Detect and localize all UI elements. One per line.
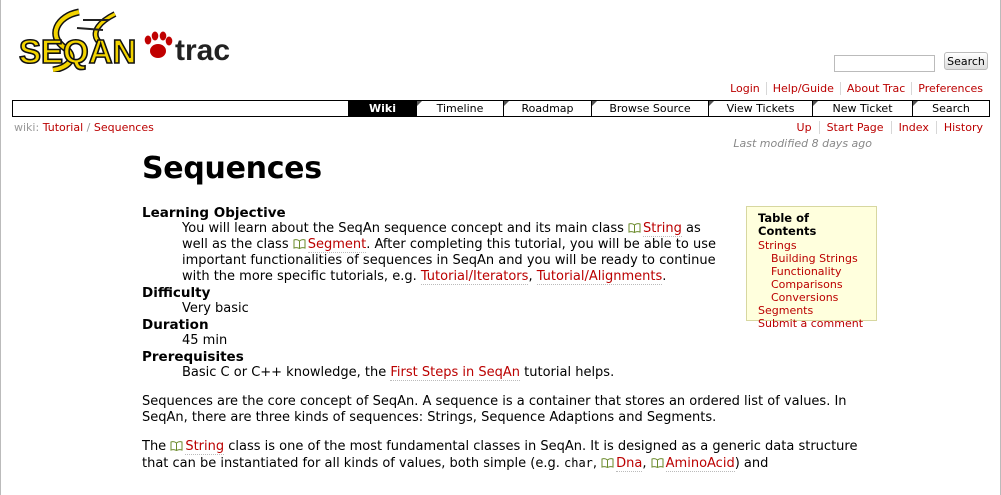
text: Basic C or C++ knowledge, the [182, 365, 391, 380]
text: ) and [734, 456, 769, 471]
tab-corner-icon [417, 101, 422, 106]
aminoacid-link[interactable]: AminoAcid [665, 456, 735, 472]
login-link[interactable]: Login [730, 82, 760, 95]
breadcrumb-prefix: wiki: [14, 121, 40, 134]
text: , [528, 269, 537, 284]
tab-search[interactable]: Search [912, 101, 989, 116]
string-link[interactable]: String [185, 439, 225, 455]
toc-item-segments[interactable]: Segments [758, 304, 813, 317]
tab-label: Browse Source [609, 102, 691, 115]
context-nav: Up Start Page Index History [790, 121, 983, 134]
toc-item-conversions[interactable]: Conversions [771, 291, 838, 304]
string-link[interactable]: String [643, 221, 682, 237]
tab-corner-icon [913, 101, 918, 106]
toc-item-comparisons[interactable]: Comparisons [771, 278, 843, 291]
book-icon [293, 238, 306, 250]
string-paragraph: The String class is one of the most fund… [142, 439, 877, 472]
page-title: Sequences [142, 151, 322, 186]
tab-label: Wiki [369, 102, 396, 115]
help-guide-link[interactable]: Help/Guide [773, 82, 834, 95]
prerequisites-text: Basic C or C++ knowledge, the First Step… [182, 365, 782, 381]
tab-browse-source[interactable]: Browse Source [591, 101, 708, 116]
book-icon [651, 457, 664, 469]
difficulty-value: Very basic [182, 301, 249, 316]
text: You will learn about the SeqAn sequence … [182, 221, 629, 236]
duration-value: 45 min [182, 333, 228, 348]
intro-paragraph: Sequences are the core concept of SeqAn.… [142, 394, 847, 425]
toc-item-submit-comment[interactable]: Submit a comment [758, 317, 863, 330]
book-icon [628, 222, 641, 234]
breadcrumb: wiki: Tutorial / Sequences [14, 121, 154, 134]
text: , [642, 456, 651, 471]
tab-wiki[interactable]: Wiki [348, 101, 416, 116]
tab-label: View Tickets [726, 102, 795, 115]
tab-label: Roadmap [521, 102, 574, 115]
tab-view-tickets[interactable]: View Tickets [708, 101, 812, 116]
toc-item-functionality[interactable]: Functionality [771, 265, 841, 278]
code-char: char [564, 456, 593, 470]
table-of-contents: Table of Contents Strings Building Strin… [746, 206, 877, 330]
toc-item-strings[interactable]: Strings [758, 239, 797, 252]
search-input[interactable] [834, 54, 935, 72]
tab-label: Search [932, 102, 970, 115]
text: . [662, 269, 667, 284]
preferences-link[interactable]: Preferences [918, 82, 983, 95]
tab-roadmap[interactable]: Roadmap [503, 101, 591, 116]
index-link[interactable]: Index [899, 121, 929, 134]
trac-wordmark: trac [175, 34, 230, 67]
breadcrumb-tutorial-link[interactable]: Tutorial [43, 121, 83, 134]
seqan-wordmark: SEQAN [19, 33, 136, 70]
main-nav: Wiki Timeline Roadmap Browse Source View… [12, 100, 990, 117]
start-page-link[interactable]: Start Page [827, 121, 884, 134]
tab-corner-icon [592, 101, 597, 106]
tab-label: Timeline [436, 102, 484, 115]
up-link[interactable]: Up [797, 121, 812, 134]
first-steps-link[interactable]: First Steps in SeqAn [390, 365, 521, 381]
text: tutorial helps. [520, 365, 615, 380]
dna-link[interactable]: Dna [616, 456, 643, 472]
tab-label: New Ticket [832, 102, 893, 115]
meta-nav: Login Help/Guide About Trac Preferences [724, 82, 983, 95]
prerequisites-label: Prerequisites [142, 349, 244, 365]
objective-text: You will learn about the SeqAn sequence … [182, 221, 722, 285]
search-form: Search [834, 52, 988, 72]
text: The [142, 439, 171, 454]
history-link[interactable]: History [944, 121, 983, 134]
last-modified[interactable]: Last modified 8 days ago [733, 137, 872, 150]
segment-link[interactable]: Segment [307, 237, 367, 253]
book-icon [170, 440, 183, 452]
tab-corner-icon [504, 101, 509, 106]
tutorial-iterators-link[interactable]: Tutorial/Iterators [420, 269, 529, 285]
tab-corner-icon [709, 101, 714, 106]
tutorial-alignments-link[interactable]: Tutorial/Alignments [536, 269, 663, 285]
toc-title: Table of Contents [758, 211, 817, 238]
book-icon [601, 457, 614, 469]
tab-timeline[interactable]: Timeline [416, 101, 503, 116]
tab-corner-icon [813, 101, 818, 106]
about-trac-link[interactable]: About Trac [847, 82, 905, 95]
breadcrumb-separator: / [86, 121, 91, 134]
paw-icon [144, 31, 173, 58]
toc-item-building-strings[interactable]: Building Strings [771, 252, 858, 265]
text: , [592, 456, 602, 471]
seqan-trac-logo[interactable]: SEQAN trac [17, 8, 232, 74]
breadcrumb-sequences-link[interactable]: Sequences [94, 121, 154, 134]
tab-new-ticket[interactable]: New Ticket [812, 101, 912, 116]
search-button[interactable]: Search [944, 52, 988, 70]
